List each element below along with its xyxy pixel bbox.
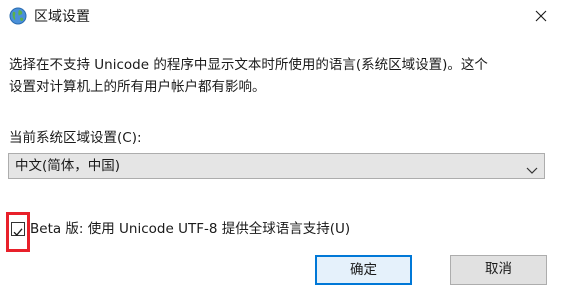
globe-icon xyxy=(9,7,27,25)
close-icon xyxy=(535,10,547,22)
beta-utf8-checkbox[interactable] xyxy=(11,222,25,236)
locale-selected-value: 中文(简体，中国) xyxy=(15,158,121,174)
description-text: 选择在不支持 Unicode 的程序中显示文本时所使用的语言(系统区域设置)。这… xyxy=(9,54,549,98)
title-bar: 区域设置 xyxy=(0,0,561,34)
window-title: 区域设置 xyxy=(34,9,90,25)
close-button[interactable] xyxy=(525,2,557,30)
locale-dropdown[interactable]: 中文(简体，中国) xyxy=(8,153,545,179)
description-line-1: 选择在不支持 Unicode 的程序中显示文本时所使用的语言(系统区域设置)。这… xyxy=(9,57,488,73)
region-settings-dialog: 区域设置 选择在不支持 Unicode 的程序中显示文本时所使用的语言(系统区域… xyxy=(0,0,561,298)
description-line-2: 设置对计算机上的所有用户帐户都有影响。 xyxy=(9,79,266,95)
beta-utf8-label: Beta 版: 使用 Unicode UTF-8 提供全球语言支持(U) xyxy=(30,221,351,237)
ok-button[interactable]: 确定 xyxy=(315,255,412,285)
checkmark-icon xyxy=(13,228,23,236)
cancel-button[interactable]: 取消 xyxy=(450,255,547,285)
chevron-down-icon xyxy=(526,161,538,174)
locale-label: 当前系统区域设置(C): xyxy=(9,130,142,146)
